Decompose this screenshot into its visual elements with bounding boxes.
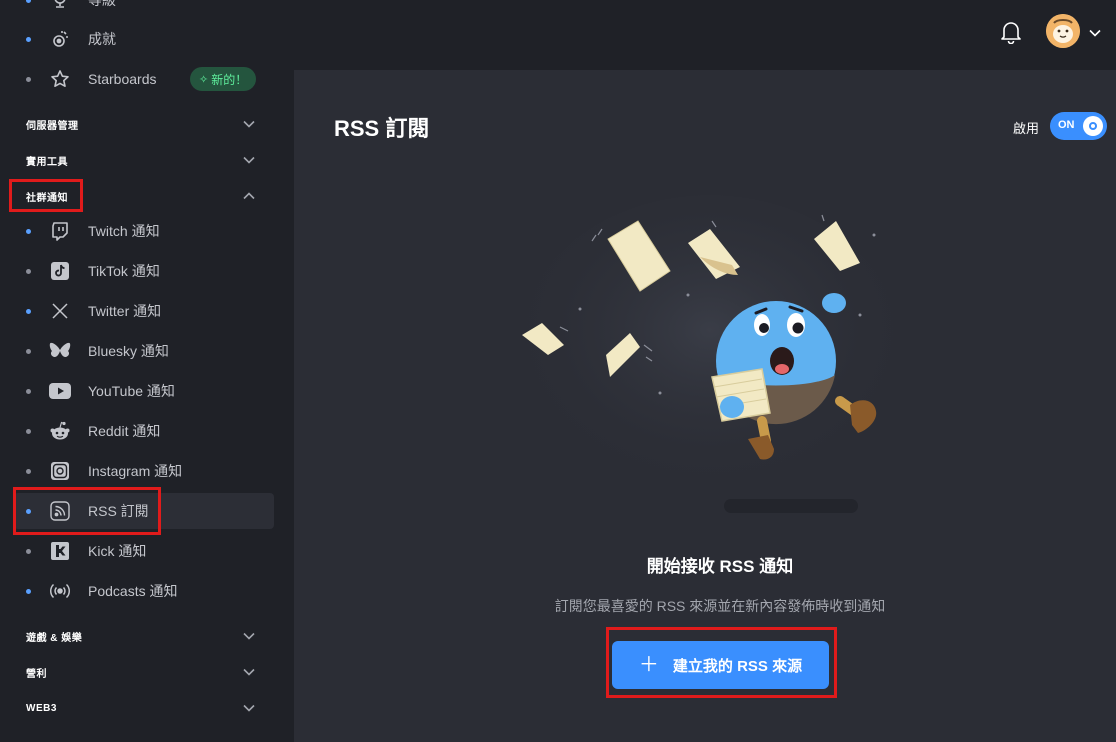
bullet-dot [26,508,31,514]
butterfly-icon [48,339,72,363]
section-label: WEB3 [26,702,57,714]
enable-label: 啟用 [1013,121,1040,136]
section-social-notifications[interactable]: 社群通知 [0,184,270,208]
bullet-dot [26,588,31,594]
twitch-icon [48,219,72,243]
sidebar-item-label: Twitch 通知 [88,223,160,239]
chevron-down-icon [242,153,256,172]
section-label: 社群通知 [26,192,68,204]
chevron-down-icon[interactable] [1088,26,1102,45]
sidebar-item-starboards[interactable]: Starboards ✧ 新的！ [14,61,274,97]
sidebar-item-label: Instagram 通知 [88,463,183,479]
youtube-icon [48,379,72,403]
sidebar-item-youtube[interactable]: YouTube 通知 [14,373,274,409]
section-server-management[interactable]: 伺服器管理 [0,112,270,136]
medal-icon [48,27,72,51]
sidebar-item-tiktok[interactable]: TikTok 通知 [14,253,274,289]
sidebar-item-label: Bluesky 通知 [88,343,169,359]
chevron-down-icon [242,117,256,136]
create-rss-feed-label: 建立我的 RSS 來源 [672,657,803,675]
sidebar: 等級 成就 Starboards ✧ 新的！ 伺服器管理 實用工具 社群通知 T… [0,0,294,742]
chevron-up-icon [242,189,256,208]
chevron-down-icon [242,701,256,720]
bullet-dot [26,548,31,554]
reddit-icon [48,419,72,443]
sidebar-item-label: Reddit 通知 [88,423,161,439]
sidebar-item-label: Twitter 通知 [88,303,162,319]
sidebar-item-kick[interactable]: Kick 通知 [14,533,274,569]
sidebar-item-label: 成就 [88,31,116,47]
section-label: 營利 [26,668,47,680]
bullet-dot [26,468,31,474]
tiktok-icon [48,259,72,283]
x-icon [48,299,72,323]
bullet-dot [26,348,31,354]
new-badge-text: 新的！ [211,72,248,87]
sidebar-item-podcasts[interactable]: Podcasts 通知 [14,573,274,609]
sidebar-item-twitch[interactable]: Twitch 通知 [14,213,274,249]
bullet-dot [26,76,31,82]
top-bar [294,0,1116,70]
empty-state-title: 開始接收 RSS 通知 [646,557,794,576]
toggle-knob [1083,116,1103,136]
sidebar-item-label: TikTok 通知 [88,263,160,279]
bullet-dot [26,268,31,274]
sidebar-item-reddit[interactable]: Reddit 通知 [14,413,274,449]
sidebar-item-label: Starboards [88,71,157,87]
section-utilities[interactable]: 實用工具 [0,148,270,172]
new-badge: ✧ 新的！ [190,67,257,91]
kick-icon [48,539,72,563]
enable-toggle[interactable]: ON [1050,112,1107,140]
create-rss-feed-button[interactable]: ＋ 建立我的 RSS 來源 [612,641,829,689]
podcast-icon [48,579,72,603]
bullet-dot [26,0,31,3]
star-icon [48,67,72,91]
sidebar-item-instagram[interactable]: Instagram 通知 [14,453,274,489]
sidebar-item-label: Kick 通知 [88,543,147,559]
bullet-dot [26,308,31,314]
sidebar-item-levels[interactable]: 等級 [14,0,274,18]
avatar[interactable] [1046,14,1080,48]
plus-icon: ＋ [638,654,659,676]
empty-state-illustration [520,195,900,513]
empty-state-description: 訂閱您最喜愛的 RSS 來源並在新內容發佈時收到通知 [554,598,886,614]
section-label: 伺服器管理 [26,120,79,132]
rss-icon [48,499,72,523]
section-web3[interactable]: WEB3 [0,696,270,720]
chevron-down-icon [242,665,256,684]
instagram-icon [48,459,72,483]
sidebar-item-label: RSS 訂閱 [88,503,149,519]
sidebar-item-achievements[interactable]: 成就 [14,21,274,57]
bell-icon[interactable] [1000,20,1022,45]
bullet-dot [26,428,31,434]
sidebar-item-label: Podcasts 通知 [88,583,178,599]
bullet-dot [26,36,31,42]
bullet-dot [26,388,31,394]
sidebar-item-rss[interactable]: RSS 訂閱 [14,493,274,529]
sparkle-icon: ✧ [199,73,209,86]
section-label: 遊戲 & 娛樂 [26,632,83,644]
sidebar-item-bluesky[interactable]: Bluesky 通知 [14,333,274,369]
section-label: 實用工具 [26,156,68,168]
sidebar-item-label: YouTube 通知 [88,383,175,399]
toggle-state-text: ON [1058,119,1075,131]
sidebar-item-twitter[interactable]: Twitter 通知 [14,293,274,329]
section-monetization[interactable]: 營利 [0,660,270,684]
page-title: RSS 訂閱 [334,116,430,141]
section-games-entertainment[interactable]: 遊戲 & 娛樂 [0,624,270,648]
chevron-down-icon [242,629,256,648]
sidebar-item-label: 等級 [88,0,116,8]
bullet-dot [26,228,31,234]
trophy-icon [48,0,72,12]
